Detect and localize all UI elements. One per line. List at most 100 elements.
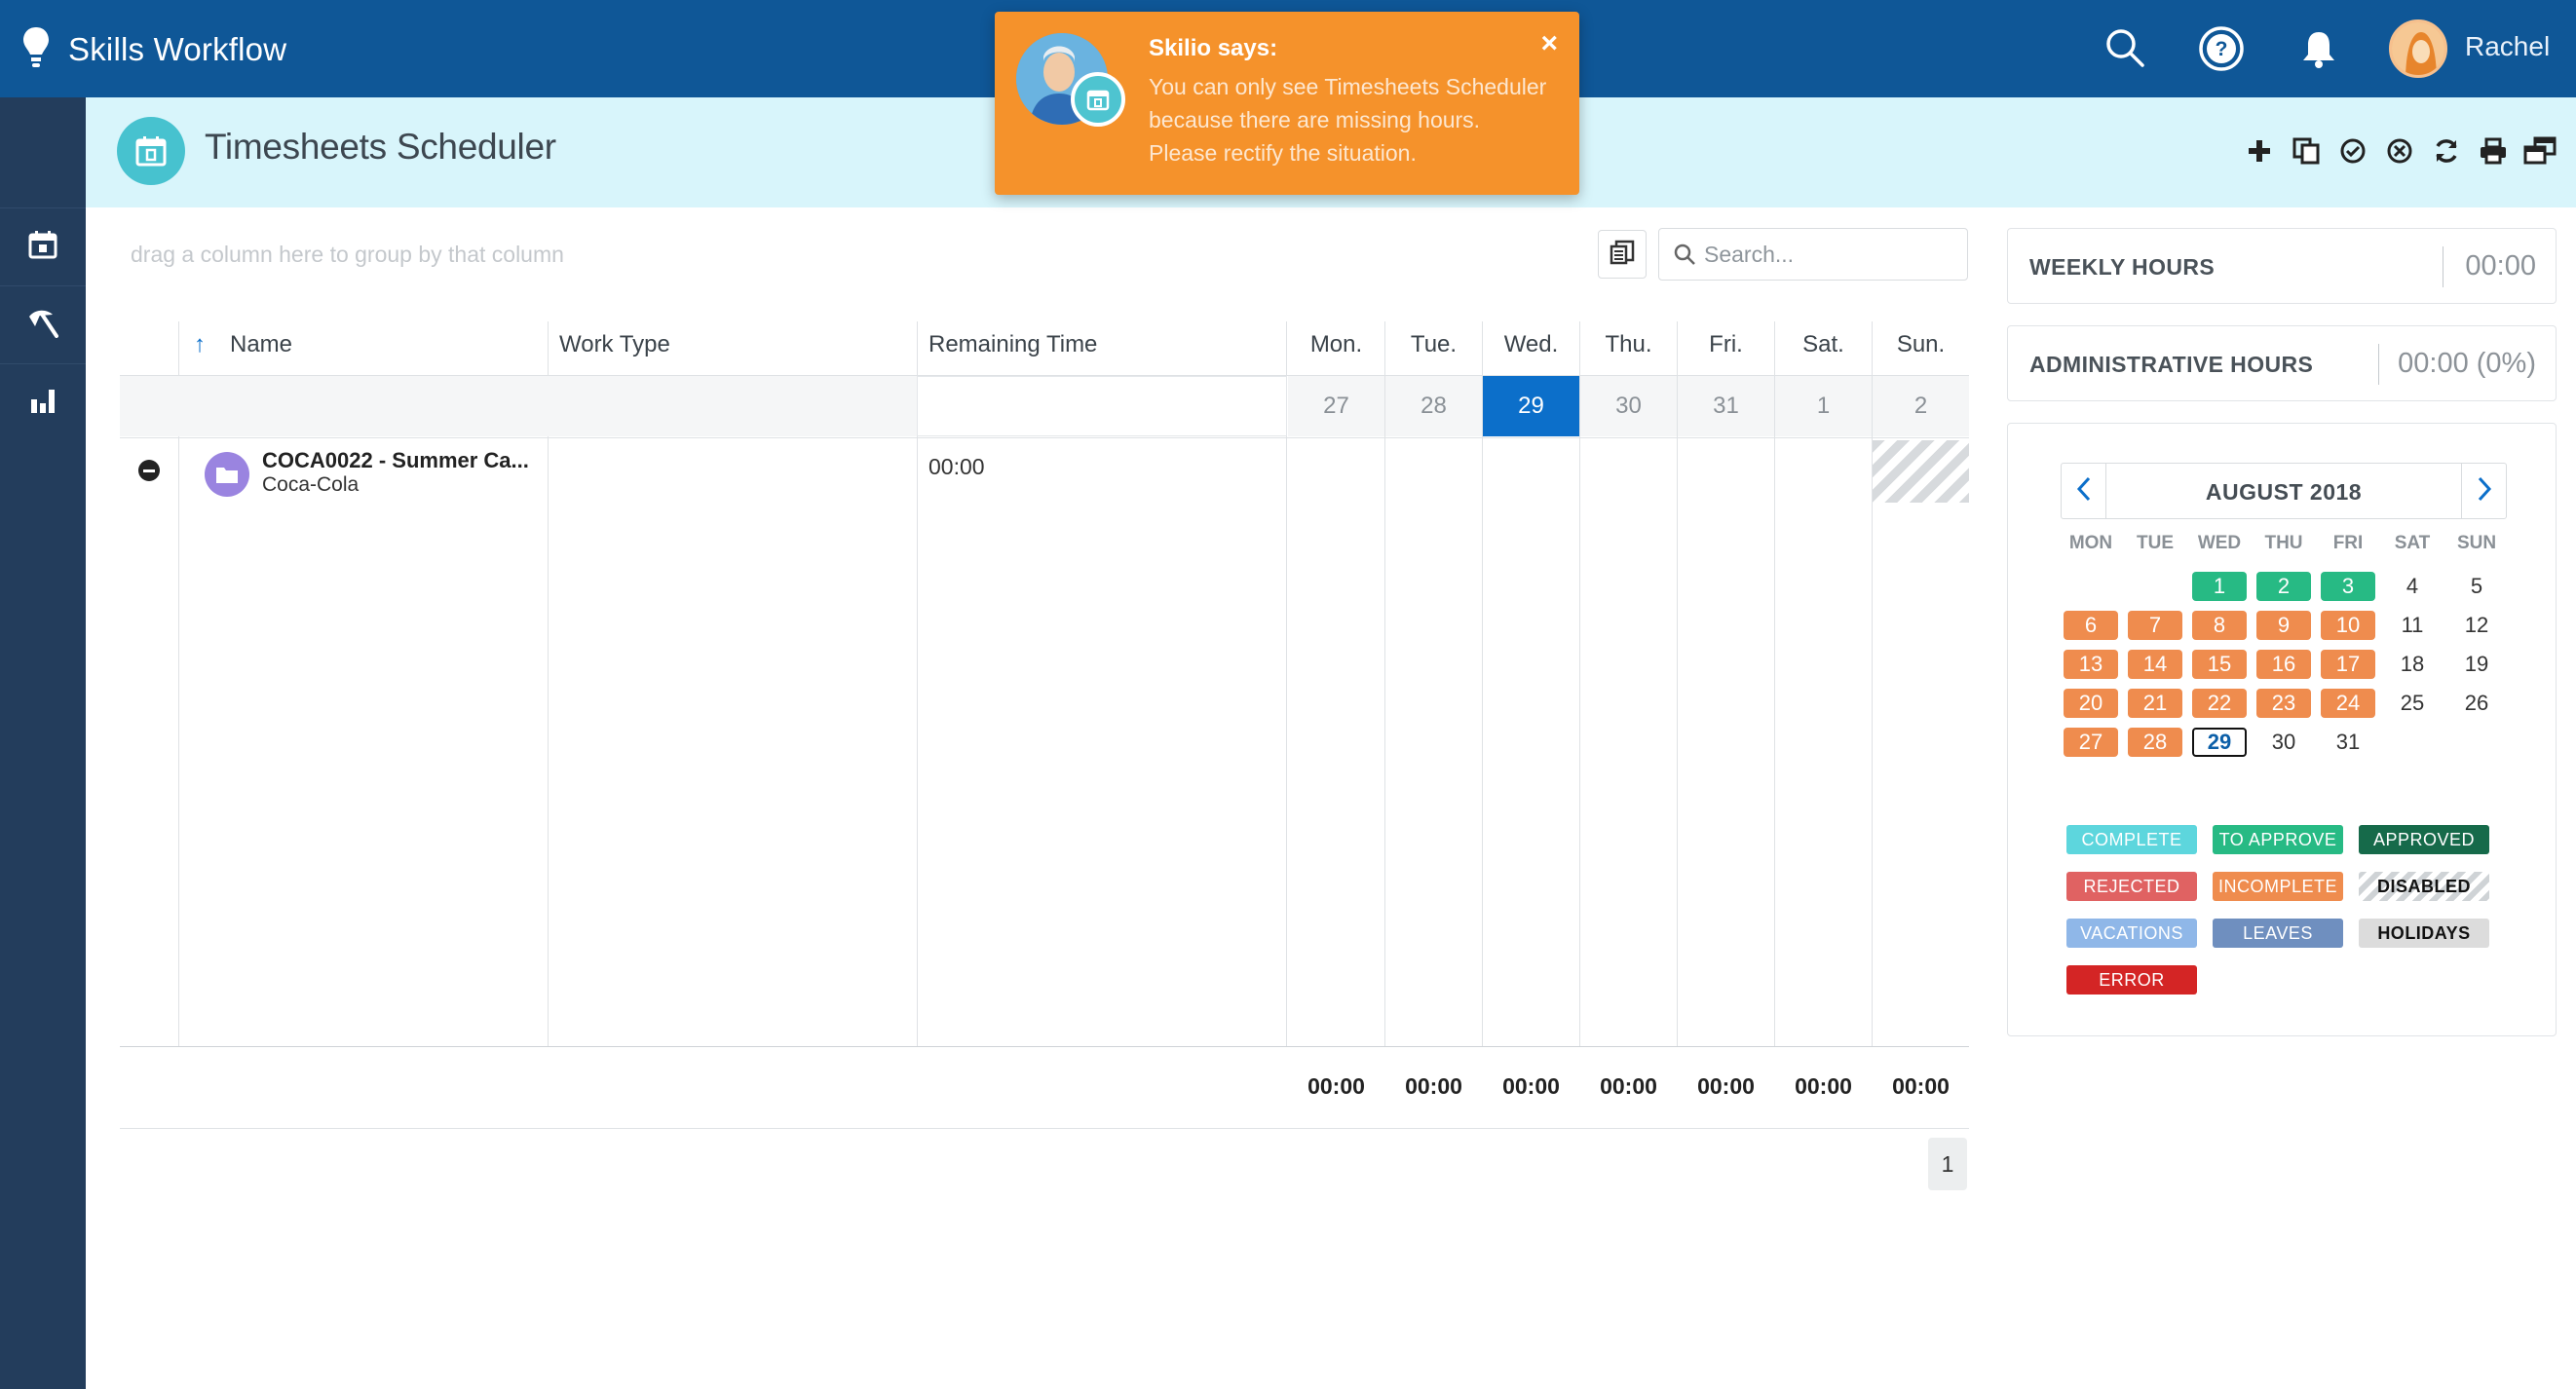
calendar-month-title[interactable]: AUGUST 2018	[2106, 479, 2461, 506]
print-icon[interactable]	[2477, 134, 2510, 168]
calendar-panel: AUGUST 2018 MON TUE WED THU FRI SAT SUN …	[2007, 423, 2557, 1036]
remaining-time-value: 00:00	[928, 454, 985, 479]
calendar-day[interactable]: 24	[2321, 689, 2375, 718]
calendar-day[interactable]: 3	[2321, 572, 2375, 601]
legend-holidays: HOLIDAYS	[2359, 919, 2489, 948]
page-button[interactable]: 1	[1928, 1138, 1967, 1190]
timesheet-calendar-icon	[117, 117, 185, 185]
total-sunday: 00:00	[1892, 1073, 1950, 1099]
grid-divider	[120, 437, 1969, 438]
legend-vacations: VACATIONS	[2066, 919, 2197, 948]
add-icon[interactable]	[2243, 134, 2276, 168]
check-circle-icon[interactable]	[2336, 134, 2369, 168]
header-actions	[2243, 134, 2557, 168]
legend-rejected: REJECTED	[2066, 872, 2197, 901]
separator	[2378, 344, 2379, 385]
brand[interactable]: Skills Workflow	[21, 25, 286, 73]
refresh-icon[interactable]	[2430, 134, 2463, 168]
total-thursday: 00:00	[1600, 1073, 1657, 1099]
calendar-day[interactable]: 8	[2192, 611, 2247, 640]
close-icon[interactable]: ×	[1540, 27, 1558, 60]
project-name[interactable]: COCA0022 - Summer Ca...	[262, 448, 529, 473]
calendar-day[interactable]: 18	[2385, 650, 2440, 679]
group-by-hint[interactable]: drag a column here to group by that colu…	[131, 242, 564, 268]
legend-complete: COMPLETE	[2066, 825, 2197, 854]
column-header-remaining-time[interactable]: Remaining Time	[928, 331, 1097, 358]
calendar-day[interactable]: 6	[2064, 611, 2118, 640]
column-header-saturday[interactable]: Sat.	[1775, 331, 1872, 358]
next-month-button[interactable]	[2461, 464, 2506, 518]
grid-divider	[120, 1128, 1969, 1129]
page-title: Timesheets Scheduler	[205, 127, 556, 167]
calendar-day[interactable]: 21	[2128, 689, 2182, 718]
svg-text:?: ?	[2216, 38, 2228, 60]
calendar-day[interactable]: 12	[2449, 611, 2504, 640]
administrative-hours-value: 00:00 (0%)	[2398, 348, 2536, 379]
calendar-day[interactable]: 26	[2449, 689, 2504, 718]
toast-message: You can only see Timesheets Scheduler be…	[1149, 74, 1547, 166]
date-cell: 28	[1385, 376, 1482, 436]
administrative-hours-label: ADMINISTRATIVE HOURS	[2029, 352, 2314, 377]
calendar-day[interactable]: 23	[2256, 689, 2311, 718]
sidebar-item-timesheets[interactable]	[0, 207, 86, 285]
calendar-day[interactable]: 14	[2128, 650, 2182, 679]
calendar-day[interactable]: 11	[2385, 611, 2440, 640]
calendar-day[interactable]: 28	[2128, 728, 2182, 757]
column-header-monday[interactable]: Mon.	[1288, 331, 1384, 358]
weekday-label: THU	[2264, 533, 2303, 553]
legend-incomplete: INCOMPLETE	[2213, 872, 2343, 901]
calendar-day[interactable]: 16	[2256, 650, 2311, 679]
sidebar-item-vacations[interactable]	[0, 285, 86, 363]
calendar-day[interactable]: 27	[2064, 728, 2118, 757]
calendar-day[interactable]: 2	[2256, 572, 2311, 601]
help-icon[interactable]: ?	[2198, 25, 2245, 77]
column-header-name[interactable]: Name	[230, 331, 292, 358]
calendar-day[interactable]: 13	[2064, 650, 2118, 679]
bell-icon[interactable]	[2299, 29, 2338, 75]
previous-month-button[interactable]	[2062, 464, 2106, 518]
column-header-wednesday[interactable]: Wed.	[1483, 331, 1579, 358]
weekday-label: WED	[2197, 533, 2242, 553]
user-avatar[interactable]	[2389, 19, 2447, 78]
user-name[interactable]: Rachel	[2465, 31, 2550, 62]
copy-icon[interactable]	[2290, 134, 2323, 168]
calendar-day[interactable]: 9	[2256, 611, 2311, 640]
calendar-day[interactable]: 17	[2321, 650, 2375, 679]
calendar-day[interactable]: 19	[2449, 650, 2504, 679]
calendar-day[interactable]: 7	[2128, 611, 2182, 640]
column-header-sunday[interactable]: Sun.	[1873, 331, 1969, 358]
calendar-day[interactable]: 15	[2192, 650, 2247, 679]
calendar-day-today[interactable]: 29	[2192, 728, 2247, 757]
calendar-day[interactable]: 31	[2321, 728, 2375, 757]
chevron-left-icon	[2076, 476, 2092, 507]
folder-icon	[205, 452, 249, 497]
calendar-day[interactable]: 22	[2192, 689, 2247, 718]
calendar-day[interactable]: 5	[2449, 572, 2504, 601]
search-input[interactable]	[1704, 241, 1957, 268]
legend-to-approve: TO APPROVE	[2213, 825, 2343, 854]
weekday-label: FRI	[2332, 533, 2364, 553]
weekday-label: TUE	[2137, 533, 2174, 553]
calendar-day[interactable]: 10	[2321, 611, 2375, 640]
cancel-circle-icon[interactable]	[2383, 134, 2416, 168]
date-cell: 1	[1775, 376, 1872, 436]
collapse-row-icon[interactable]	[138, 460, 160, 481]
calendar-day[interactable]: 4	[2385, 572, 2440, 601]
calendar-day[interactable]: 30	[2256, 728, 2311, 757]
column-header-friday[interactable]: Fri.	[1678, 331, 1774, 358]
column-chooser-button[interactable]	[1598, 230, 1647, 279]
calendar-day[interactable]: 25	[2385, 689, 2440, 718]
sort-arrow-icon[interactable]: ↑	[194, 331, 206, 358]
windows-icon[interactable]	[2523, 134, 2557, 168]
remaining-time-filter[interactable]	[917, 376, 1287, 436]
search-icon[interactable]	[2104, 27, 2145, 73]
column-header-tuesday[interactable]: Tue.	[1385, 331, 1482, 358]
weekly-hours-value: 00:00	[2465, 250, 2536, 282]
legend-approved: APPROVED	[2359, 825, 2489, 854]
calendar-day[interactable]: 1	[2192, 572, 2247, 601]
sidebar-item-reports[interactable]	[0, 363, 86, 441]
column-header-work-type[interactable]: Work Type	[559, 331, 670, 358]
column-header-thursday[interactable]: Thu.	[1580, 331, 1677, 358]
calendar-day[interactable]: 20	[2064, 689, 2118, 718]
legend-error: ERROR	[2066, 965, 2197, 995]
